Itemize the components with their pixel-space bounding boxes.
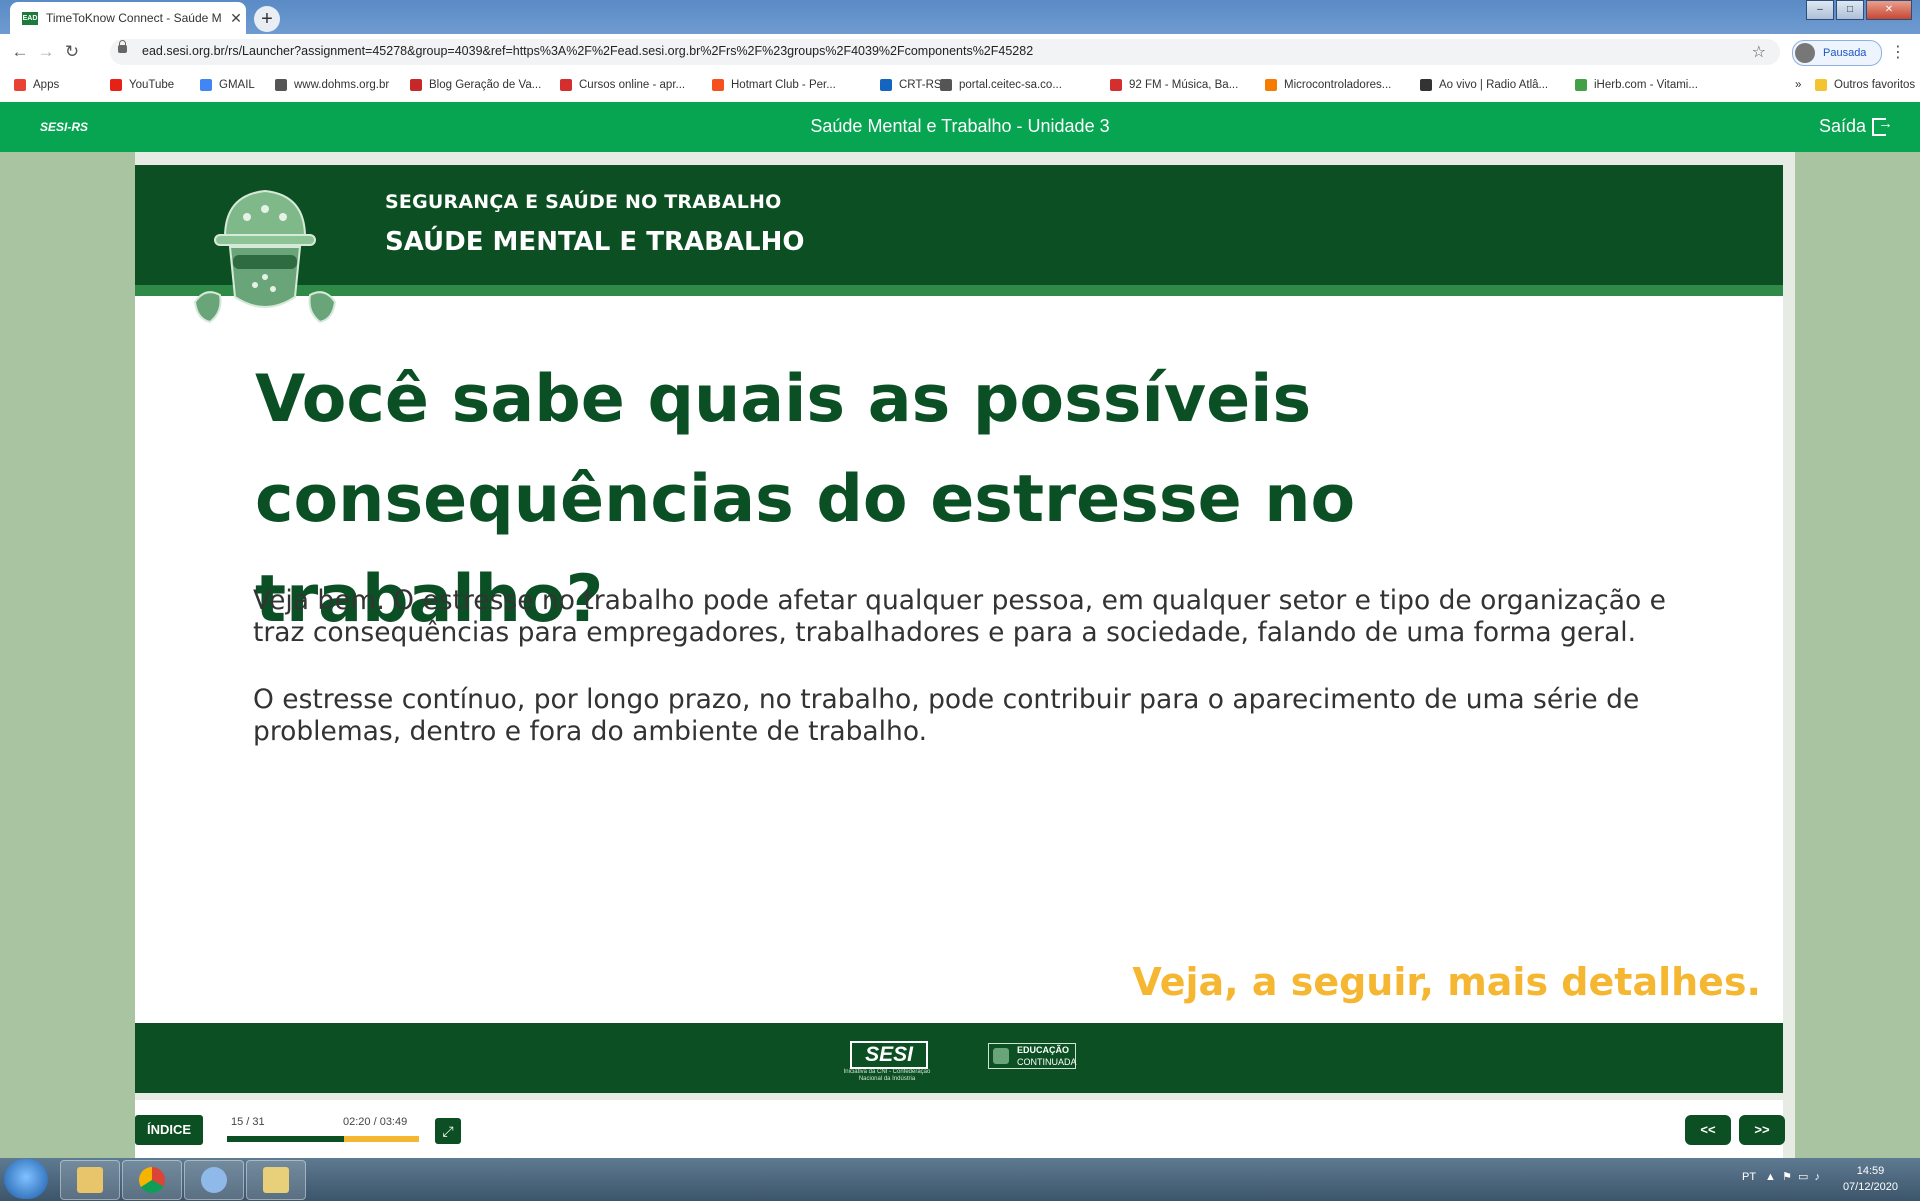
educacao-continuada-logo: EDUCAÇÃO CONTINUADA (988, 1043, 1077, 1069)
bookmark-icon (410, 79, 422, 91)
bookmark-item[interactable]: Blog Geração de Va... (410, 79, 541, 91)
page-counter: 15 / 31 (231, 1116, 265, 1128)
paragraph: Veja bem. O estresse no trabalho pode af… (253, 585, 1666, 648)
back-icon[interactable]: ← (10, 42, 30, 62)
sesi-logo: SESI (850, 1041, 928, 1069)
bookmark-star-icon[interactable]: ☆ (1752, 42, 1766, 62)
bookmark-item[interactable]: Microcontroladores... (1265, 79, 1391, 91)
time-counter: 02:20 / 03:49 (343, 1116, 408, 1128)
progress-fill (227, 1136, 345, 1142)
bookmark-item[interactable]: Hotmart Club - Per... (712, 79, 836, 91)
previous-button[interactable]: << (1685, 1115, 1731, 1145)
player-controls: ÍNDICE 15 / 31 02:20 / 03:49 ⤢ << >> (135, 1100, 1785, 1158)
bookmark-item[interactable]: CRT-RS (880, 79, 942, 91)
bookmark-item[interactable]: Apps (14, 79, 59, 91)
slide-footer: SESI Iniciativa da CNI - Confederação Na… (135, 1023, 1783, 1093)
tray-icons: ▲ ⚑ ▭ ♪ (1758, 1171, 1820, 1183)
bookmark-icon (275, 79, 287, 91)
bookmark-icon (1265, 79, 1277, 91)
bookmark-icon (712, 79, 724, 91)
bookmark-icon (200, 79, 212, 91)
sesi-logo-caption: Iniciativa da CNI - Confederação Naciona… (843, 1069, 931, 1082)
bookmark-item[interactable]: GMAIL (200, 79, 255, 91)
bookmark-icon (14, 79, 26, 91)
slide-body: Veja bem. O estresse no trabalho pode af… (253, 585, 1723, 783)
url-field[interactable]: ead.sesi.org.br/rs/Launcher?assignment=4… (110, 39, 1780, 65)
slide-title: SAÚDE MENTAL E TRABALHO (385, 227, 805, 257)
address-bar: ← → ↻ ead.sesi.org.br/rs/Launcher?assign… (0, 34, 1920, 71)
app-header: SESI-RS Saúde Mental e Trabalho - Unidad… (0, 102, 1920, 152)
maximize-button[interactable]: □ (1836, 0, 1864, 20)
bookmark-icon (560, 79, 572, 91)
url-text: ead.sesi.org.br/rs/Launcher?assignment=4… (142, 44, 1034, 58)
close-tab-icon[interactable]: ✕ (226, 10, 246, 27)
folder-icon (263, 1167, 289, 1193)
browser-menu-icon[interactable]: ⋮ (1890, 42, 1906, 62)
taskbar-app-chrome[interactable] (122, 1160, 182, 1200)
more-bookmarks-button[interactable]: » (1795, 79, 1801, 91)
bookmark-icon (110, 79, 122, 91)
reload-icon[interactable]: ↻ (62, 42, 82, 62)
clock-time: 14:59 (1856, 1165, 1885, 1177)
clock-date: 07/12/2020 (1842, 1181, 1898, 1193)
bookmark-item[interactable]: www.dohms.org.br (275, 79, 389, 91)
start-button[interactable] (4, 1159, 48, 1199)
bookmark-item[interactable]: 92 FM - Música, Ba... (1110, 79, 1238, 91)
bookmark-icon (1575, 79, 1587, 91)
exit-icon (1872, 115, 1893, 136)
new-tab-button[interactable]: + (254, 6, 280, 32)
taskbar-app-paint[interactable] (184, 1160, 244, 1200)
course-title: Saúde Mental e Trabalho - Unidade 3 (810, 116, 1110, 136)
bookmark-icon (880, 79, 892, 91)
bookmark-icon (1110, 79, 1122, 91)
profile-button[interactable]: Pausada (1792, 40, 1882, 66)
bookmark-icon (940, 79, 952, 91)
browser-tab-strip: EAD TimeToKnow Connect - Saúde M ✕ + – □… (0, 0, 1920, 34)
slide: SEGURANÇA E SAÚDE NO TRABALHO SAÚDE MENT… (135, 165, 1783, 1093)
taskbar-app-explorer[interactable] (246, 1160, 306, 1200)
bookmark-item[interactable]: iHerb.com - Vitami... (1575, 79, 1698, 91)
bookmark-item[interactable]: portal.ceitec-sa.co... (940, 79, 1062, 91)
education-icon (993, 1048, 1009, 1064)
progress-bar[interactable] (227, 1136, 419, 1142)
bookmark-icon (1420, 79, 1432, 91)
taskbar-app-mail[interactable] (60, 1160, 120, 1200)
taskbar: PT ▲ ⚑ ▭ ♪ 14:59 07/12/2020 (0, 1158, 1920, 1201)
language-indicator: PT (1741, 1171, 1756, 1183)
tab-favicon: EAD (22, 11, 38, 25)
bookmark-item[interactable]: YouTube (110, 79, 174, 91)
lock-icon (118, 40, 127, 53)
minimize-button[interactable]: – (1806, 0, 1834, 20)
forward-icon[interactable]: → (36, 42, 56, 62)
tab-title: TimeToKnow Connect - Saúde M (46, 11, 222, 25)
bookmark-item[interactable]: Ao vivo | Radio Atlâ... (1420, 79, 1548, 91)
other-bookmarks[interactable]: Outros favoritos (1815, 79, 1915, 91)
system-tray[interactable]: PT ▲ ⚑ ▭ ♪ (1742, 1170, 1820, 1183)
bookmark-item[interactable]: Cursos online - apr... (560, 79, 685, 91)
paragraph: O estresse contínuo, por longo prazo, no… (253, 684, 1640, 747)
profile-label: Pausada (1823, 47, 1867, 59)
exit-button[interactable]: Saída (1819, 115, 1893, 137)
slide-header: SEGURANÇA E SAÚDE NO TRABALHO SAÚDE MENT… (135, 165, 1783, 296)
window-controls: – □ ✕ (1804, 0, 1912, 20)
next-details-callout: Veja, a seguir, mais detalhes. (1132, 960, 1761, 1004)
index-button[interactable]: ÍNDICE (135, 1115, 203, 1145)
right-background (1795, 152, 1920, 1158)
browser-tab[interactable]: EAD TimeToKnow Connect - Saúde M ✕ (10, 2, 246, 34)
slide-kicker: SEGURANÇA E SAÚDE NO TRABALHO (385, 191, 782, 213)
folder-icon (1815, 79, 1827, 91)
close-window-button[interactable]: ✕ (1866, 0, 1912, 20)
fullscreen-icon[interactable]: ⤢ (435, 1118, 461, 1144)
mail-icon (77, 1167, 103, 1193)
chrome-icon (139, 1167, 165, 1193)
next-button[interactable]: >> (1739, 1115, 1785, 1145)
clock[interactable]: 14:59 07/12/2020 (1843, 1163, 1898, 1195)
bookmarks-bar: » Outros favoritos Apps YouTube GMAIL www.d… (0, 70, 1920, 103)
paint-icon (201, 1167, 227, 1193)
left-background (0, 152, 135, 1158)
avatar (1795, 43, 1815, 63)
safety-worker-mascot-icon (193, 189, 337, 324)
